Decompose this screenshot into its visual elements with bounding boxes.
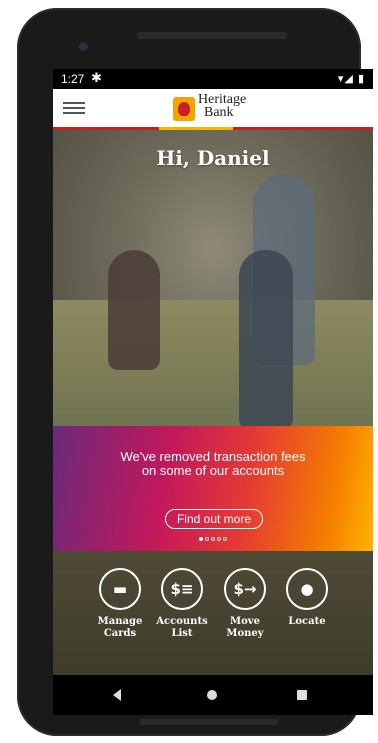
dollar-list-icon: $≡: [161, 568, 203, 610]
hero-person: [239, 250, 293, 428]
quick-actions: ▬ Manage Cards $≡ Accounts List $→ Move Mon…: [53, 551, 373, 675]
location-pin-icon: ●: [286, 568, 328, 610]
logo-text: Heritage Bank: [198, 93, 246, 120]
bottom-speaker: [139, 719, 279, 725]
hero-field: [53, 300, 373, 428]
hero-person: [108, 250, 160, 370]
move-money-action[interactable]: $→ Move Money: [214, 568, 276, 640]
action-label: Accounts List: [156, 616, 208, 639]
bank-emblem-icon: [173, 97, 195, 121]
carousel-dot[interactable]: [199, 537, 203, 541]
carousel-dot[interactable]: [217, 537, 221, 541]
recents-icon[interactable]: [297, 690, 307, 700]
carousel-dot[interactable]: [223, 537, 227, 541]
card-icon: ▬: [99, 568, 141, 610]
gear-icon: ✱: [91, 70, 102, 85]
status-time: 1:27: [61, 72, 85, 86]
logo-line-2: Bank: [204, 105, 234, 120]
manage-cards-action[interactable]: ▬ Manage Cards: [89, 568, 151, 640]
heritage-bank-logo: Heritage Bank: [173, 93, 263, 125]
carousel-dot[interactable]: [205, 537, 209, 541]
signal-battery-icon: ▾◢ ▮: [337, 73, 365, 85]
top-speaker: [137, 32, 287, 39]
promo-message: We've removed transaction fees on some o…: [120, 449, 306, 478]
screen: 1:27 ✱ ▾◢ ▮ Heritage Bank Hi, Daniel We'…: [53, 69, 373, 715]
front-camera: [79, 42, 88, 51]
greeting-title: Hi, Daniel: [156, 146, 270, 170]
phone-device: 1:27 ✱ ▾◢ ▮ Heritage Bank Hi, Daniel We'…: [17, 8, 373, 736]
app-bar: Heritage Bank: [53, 89, 373, 127]
accounts-list-action[interactable]: $≡ Accounts List: [151, 568, 213, 640]
hero-image: Hi, Daniel: [53, 130, 373, 428]
status-bar: 1:27 ✱ ▾◢ ▮: [53, 69, 373, 89]
find-out-more-button[interactable]: Find out more: [165, 509, 263, 529]
dollar-arrow-icon: $→: [224, 568, 266, 610]
action-label: Manage Cards: [97, 616, 143, 639]
home-icon[interactable]: [207, 690, 217, 700]
system-nav-bar: [53, 675, 373, 715]
promo-banner[interactable]: We've removed transaction fees on some o…: [53, 426, 373, 551]
action-label: Move Money: [226, 616, 264, 639]
carousel-dot[interactable]: [211, 537, 215, 541]
action-label: Locate: [288, 616, 326, 627]
back-icon[interactable]: [113, 689, 121, 701]
locate-action[interactable]: ● Locate: [276, 568, 338, 628]
carousel-indicator[interactable]: [198, 537, 228, 541]
hamburger-menu-icon[interactable]: [63, 99, 85, 117]
